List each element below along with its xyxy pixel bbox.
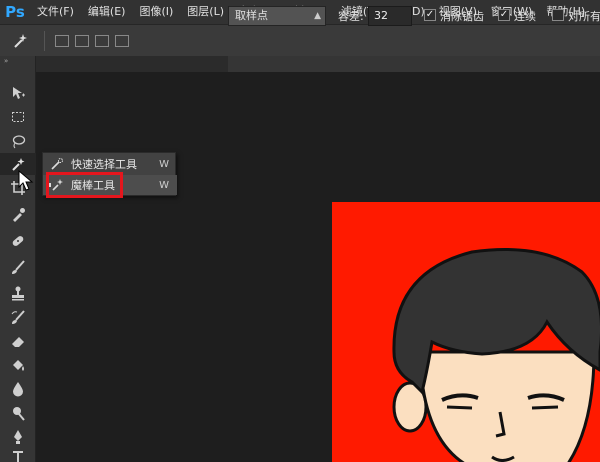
all-layers-label: 对所有 — [568, 10, 600, 23]
tool-marquee[interactable] — [0, 106, 36, 128]
subtract-selection-icon[interactable] — [95, 34, 109, 47]
tool-brush[interactable] — [0, 256, 36, 278]
tool-eyedropper[interactable] — [0, 204, 36, 226]
menu-edit[interactable]: 编辑(E) — [81, 0, 133, 24]
tool-eraser[interactable] — [0, 330, 36, 352]
tool-type[interactable] — [0, 446, 36, 462]
select-arrow-icon: ▲︎ — [314, 11, 321, 21]
flyout-item-quick-selection[interactable]: 快速选择工具 W — [43, 154, 177, 174]
selection-mode-buttons[interactable] — [55, 34, 129, 47]
brush-icon — [12, 260, 25, 274]
tool-healing-brush[interactable] — [0, 230, 36, 252]
sample-size-select[interactable]: 取样点 ▲︎ — [228, 6, 326, 26]
flyout-shortcut: W — [159, 179, 169, 191]
type-icon — [13, 451, 23, 462]
document-tab-bar[interactable] — [228, 56, 600, 72]
toolbox-collapse-icon[interactable]: » — [0, 56, 35, 66]
antialias-checkbox[interactable]: ✓ — [424, 9, 436, 21]
flyout-label: 快速选择工具 — [71, 158, 137, 171]
contiguous-checkbox[interactable]: ✓ — [498, 9, 510, 21]
menu-layer[interactable]: 图层(L) — [180, 0, 231, 24]
sample-size-value: 取样点 — [235, 9, 268, 22]
history-brush-icon — [11, 310, 25, 324]
tool-move[interactable] — [0, 82, 36, 104]
tool-history-brush[interactable] — [0, 306, 36, 328]
magic-wand-icon — [14, 33, 27, 48]
healing-brush-icon — [12, 236, 24, 246]
dodge-icon — [13, 407, 25, 421]
add-selection-icon[interactable] — [75, 34, 89, 47]
options-bar — [0, 24, 600, 56]
tool-lasso[interactable] — [0, 130, 36, 152]
tolerance-input[interactable]: 32 — [368, 6, 412, 26]
antialias-label: 消除锯齿 — [440, 10, 484, 23]
pen-icon — [14, 430, 22, 444]
contiguous-label: 连续 — [514, 10, 536, 23]
lasso-icon — [12, 135, 26, 149]
cartoon-face-illustration — [392, 248, 600, 462]
clone-stamp-icon — [12, 286, 24, 301]
paint-bucket-icon — [13, 360, 24, 371]
tool-blur[interactable] — [0, 378, 36, 400]
tool-dodge[interactable] — [0, 402, 36, 424]
tool-paint-bucket[interactable] — [0, 354, 36, 376]
flyout-icon-cell — [43, 157, 71, 171]
blur-icon — [13, 382, 23, 397]
eraser-icon — [12, 337, 24, 347]
mouse-cursor-icon — [18, 169, 34, 195]
all-layers-checkbox[interactable] — [552, 9, 564, 21]
options-divider — [44, 30, 45, 51]
photoshop-logo[interactable]: Ps — [0, 0, 30, 24]
menu-file[interactable]: 文件(F) — [30, 0, 81, 24]
intersect-selection-icon[interactable] — [115, 34, 129, 47]
move-icon — [13, 87, 25, 99]
flyout-shortcut: W — [159, 158, 169, 170]
tolerance-label: 容差: — [338, 10, 364, 23]
tool-clone-stamp[interactable] — [0, 282, 36, 304]
tool-preset-picker[interactable] — [0, 25, 40, 57]
menu-image[interactable]: 图像(I) — [132, 0, 180, 24]
new-selection-icon[interactable] — [55, 34, 69, 47]
tool-pen[interactable] — [0, 426, 36, 448]
marquee-icon — [12, 112, 24, 122]
highlight-box — [46, 172, 123, 198]
document-image[interactable] — [332, 202, 600, 462]
eyedropper-icon — [13, 208, 25, 222]
quick-selection-icon — [51, 158, 63, 170]
